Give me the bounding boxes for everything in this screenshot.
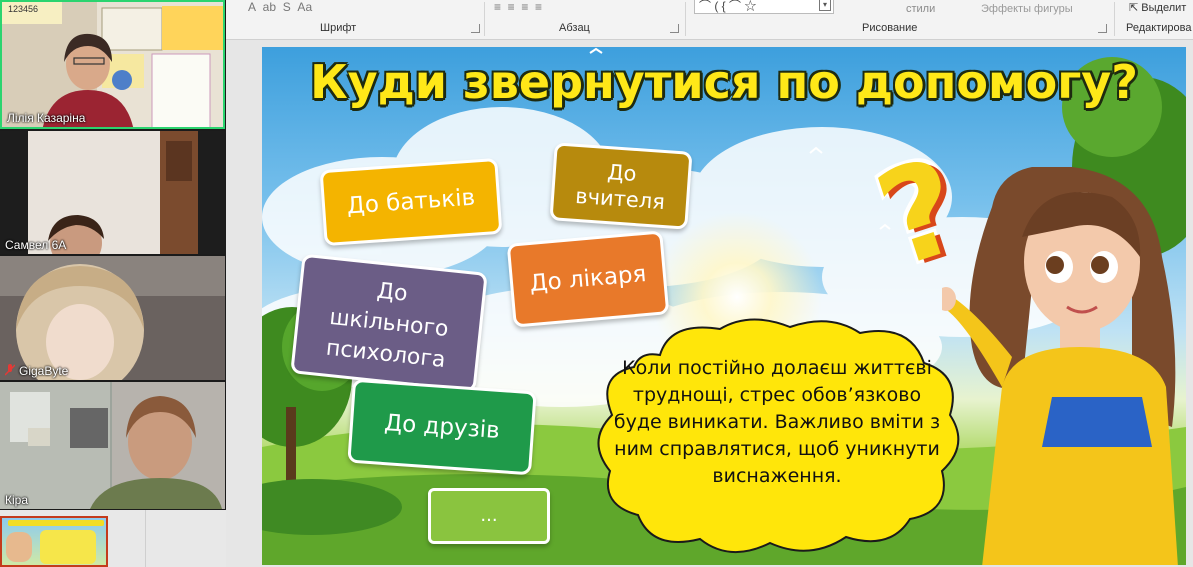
slide-thumbnails-pane [0,510,226,567]
group-label-drawing: Рисование [862,22,918,34]
slide-thumbnail[interactable] [0,516,108,567]
card-friends[interactable]: До друзів [347,378,537,476]
participant-tile[interactable]: Самвел 6А [0,131,225,254]
chevron-down-icon[interactable]: ▾ [819,0,831,11]
presentation-slide: Куди звернутися по допомогу? До батьків … [262,47,1186,565]
participant-video [2,2,223,127]
shapes-gallery[interactable]: ⌒ ( { ⌒ ☆ ▾ [694,0,834,14]
select-label: Выделит [1141,2,1187,14]
girl-illustration [942,167,1178,565]
card-parents[interactable]: До батьків [319,157,503,247]
participant-tile[interactable]: GigaByte [0,256,225,380]
group-label-paragraph: Абзац [559,22,590,34]
ribbon-divider [685,2,686,36]
card-more[interactable]: ... [428,488,550,544]
participant-tile[interactable]: Лілія Казаріна 123456 [0,0,225,129]
thumbnail-title-bar [8,520,104,526]
card-label: До шкільного психолога [324,278,450,373]
card-doctor[interactable]: До лікаря [506,230,670,328]
ribbon: A ab S Аа Шрифт ≡ ≡ ≡ ≡ Абзац ⌒ ( { ⌒ ☆ … [226,0,1193,40]
slide-title[interactable]: Куди звернутися по допомогу? [262,55,1186,109]
card-label: До вчителя [574,160,666,215]
thumbnail-girl [6,532,32,562]
font-formatting-icons[interactable]: A ab S Аа [248,0,312,14]
ribbon-divider [484,2,485,36]
group-label-font: Шрифт [320,22,357,34]
card-school-psychologist[interactable]: До шкільного психолога [290,253,488,393]
participant-name-muted: GigaByte [5,364,68,378]
shapes-gallery-icons: ⌒ ( { ⌒ ☆ [699,0,757,13]
participant-name: GigaByte [19,364,69,378]
font-dialog-launcher-icon[interactable] [471,24,480,33]
participant-video [0,382,225,509]
participant-name: Самвел 6А [5,238,67,252]
pane-divider [145,510,146,567]
mic-off-icon [5,364,15,376]
participant-name: Лілія Казаріна [7,111,86,125]
participant-video [0,131,225,254]
card-label: ... [480,505,498,526]
shape-effects-label[interactable]: Эффекты фигуры [981,3,1073,15]
group-label-editing: Редактирова [1126,22,1192,34]
participant-tile[interactable]: Кіра [0,382,225,509]
quick-styles-label[interactable]: стили [906,3,935,15]
paragraph-align-icons[interactable]: ≡ ≡ ≡ ≡ [494,0,542,14]
drawing-dialog-launcher-icon[interactable] [1098,24,1107,33]
card-label: До лікаря [528,260,648,298]
paragraph-dialog-launcher-icon[interactable] [670,24,679,33]
video-participants-panel: Лілія Казаріна 123456 Самвел 6А GigaByte [0,0,226,510]
card-teacher[interactable]: До вчителя [549,142,693,230]
card-label: До батьків [346,184,476,220]
speech-bubble-text[interactable]: Коли постійно долаєш життєві труднощі, с… [612,355,942,490]
select-button[interactable]: ⇱ Выделит [1129,1,1186,14]
ribbon-divider [1114,2,1115,36]
cursor-icon: ⇱ [1129,2,1142,14]
card-label: До друзів [383,409,501,445]
participant-video [0,256,225,380]
wall-numbers: 123456 [8,4,39,14]
thumbnail-bubble [40,530,96,564]
participant-name: Кіра [5,493,29,507]
